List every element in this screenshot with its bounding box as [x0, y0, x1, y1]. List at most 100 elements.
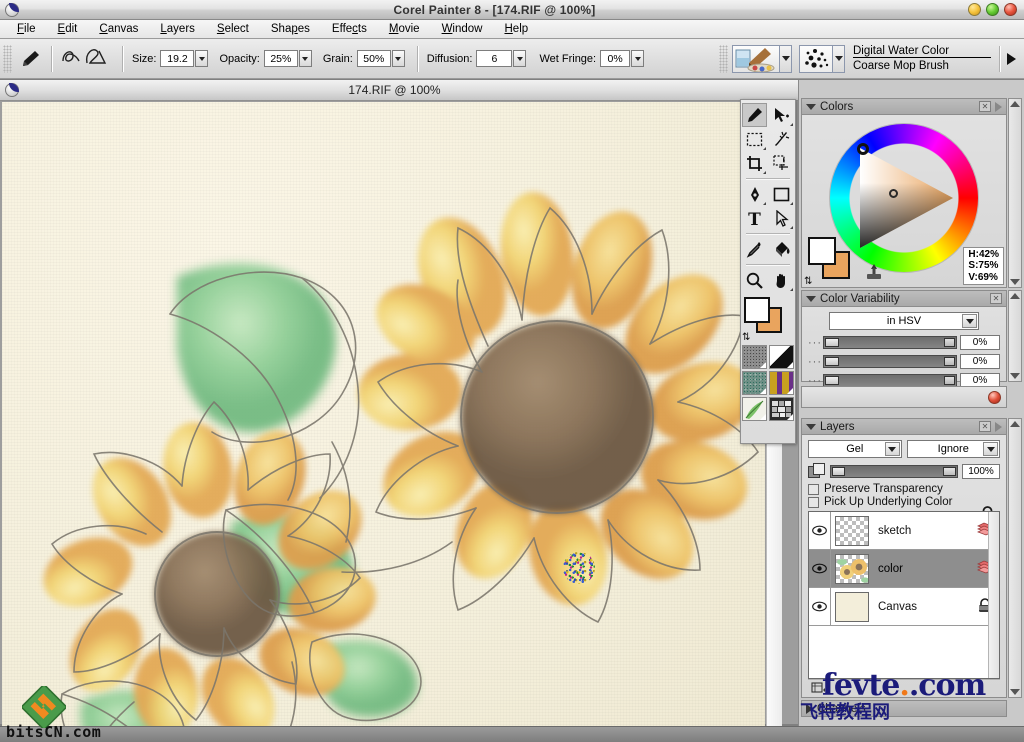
- palette-menu-icon[interactable]: [995, 101, 1002, 112]
- layer-thumbnail[interactable]: [835, 515, 869, 546]
- close-button[interactable]: [1004, 3, 1017, 16]
- layer-list-scrollbar[interactable]: [988, 512, 999, 678]
- clone-color-icon[interactable]: [864, 262, 884, 284]
- menu-item-layers[interactable]: Layers: [149, 20, 206, 38]
- layer-name[interactable]: color: [869, 563, 977, 575]
- layers-palette-titlebar[interactable]: Layers ✕: [802, 419, 1006, 435]
- weave-selector[interactable]: [769, 371, 794, 395]
- shape-selection-tool[interactable]: [769, 206, 794, 230]
- menu-item-file[interactable]: File: [6, 20, 47, 38]
- composite-method-select[interactable]: Gel: [808, 440, 902, 458]
- brush-category-dropdown-icon[interactable]: [780, 44, 792, 73]
- layer-name[interactable]: sketch: [869, 525, 977, 537]
- color-squares[interactable]: ⇅: [804, 237, 860, 287]
- layer-list[interactable]: sketch color Canvas: [808, 511, 1000, 679]
- color-variability-scrollbar[interactable]: [1008, 290, 1022, 382]
- menu-item-canvas[interactable]: Canvas: [88, 20, 149, 38]
- menu-item-movie[interactable]: Movie: [378, 20, 431, 38]
- table-row[interactable]: color: [809, 550, 999, 588]
- size-input[interactable]: 19.2: [160, 50, 195, 67]
- crop-tool[interactable]: [742, 151, 767, 175]
- dropper-tool[interactable]: [742, 237, 767, 261]
- saturation-variability-value[interactable]: 0%: [960, 354, 1000, 369]
- stroke-preview-icon[interactable]: [59, 45, 115, 73]
- collapse-triangle-icon[interactable]: [806, 103, 816, 110]
- layer-opacity-slider[interactable]: [830, 464, 958, 478]
- primary-color-swatch[interactable]: [808, 237, 836, 265]
- maximize-button[interactable]: [986, 3, 999, 16]
- hue-variability-value[interactable]: 0%: [960, 335, 1000, 350]
- size-dropdown-button[interactable]: [195, 50, 209, 67]
- minimize-button[interactable]: [968, 3, 981, 16]
- chevron-down-icon[interactable]: [983, 442, 998, 456]
- pick-up-underlying-color-box[interactable]: [808, 496, 819, 508]
- menu-item-effects[interactable]: Effects: [321, 20, 378, 38]
- layer-name[interactable]: Canvas: [869, 601, 977, 613]
- preserve-transparency-box[interactable]: [808, 483, 819, 495]
- layers-palette-scrollbar[interactable]: [1008, 418, 1022, 698]
- palette-drawer-strip[interactable]: [801, 386, 1007, 408]
- colors-palette-scrollbar[interactable]: [1008, 98, 1022, 288]
- composite-depth-select[interactable]: Ignore: [906, 440, 1000, 458]
- table-row[interactable]: sketch: [809, 512, 999, 550]
- paint-bucket-tool[interactable]: [769, 237, 794, 261]
- collapse-triangle-icon[interactable]: [806, 295, 816, 302]
- window-titlebar[interactable]: Corel Painter 8 - [174.RIF @ 100%]: [0, 0, 1024, 20]
- layer-visibility-toggle[interactable]: [809, 550, 831, 587]
- color-variability-titlebar[interactable]: Color Variability ✕: [802, 291, 1006, 307]
- palette-close-icon[interactable]: ✕: [979, 101, 991, 112]
- table-row[interactable]: Canvas: [809, 588, 999, 626]
- menu-item-select[interactable]: Select: [206, 20, 260, 38]
- brush-category-icon[interactable]: [732, 44, 780, 73]
- looks-selector[interactable]: [769, 397, 794, 421]
- magnifier-tool[interactable]: [742, 268, 767, 292]
- layer-adjuster-tool[interactable]: [769, 103, 794, 127]
- grain-input[interactable]: 50%: [356, 50, 391, 67]
- gradient-selector[interactable]: [769, 345, 794, 369]
- primary-color-swatch[interactable]: [744, 297, 770, 323]
- menu-item-edit[interactable]: Edit: [47, 20, 89, 38]
- brush-variant-icon[interactable]: [799, 44, 833, 73]
- layer-opacity-value[interactable]: 100%: [962, 463, 1000, 479]
- magic-wand-tool[interactable]: [769, 127, 794, 151]
- opacity-input[interactable]: 25%: [263, 50, 298, 67]
- preserve-transparency-checkbox[interactable]: Preserve Transparency: [808, 483, 1000, 495]
- menu-item-window[interactable]: Window: [431, 20, 494, 38]
- triangle-marker[interactable]: [889, 189, 898, 198]
- rectangular-shape-tool[interactable]: [769, 182, 794, 206]
- pick-up-underlying-color-checkbox[interactable]: Pick Up Underlying Color: [808, 496, 1000, 508]
- right-triangle-icon[interactable]: [1007, 52, 1016, 65]
- menu-item-shapes[interactable]: Shapes: [260, 20, 321, 38]
- layer-thumbnail[interactable]: [835, 553, 869, 584]
- hue-variability-slider[interactable]: [823, 336, 957, 349]
- layer-visibility-toggle[interactable]: [809, 588, 831, 625]
- menu-item-help[interactable]: Help: [493, 20, 539, 38]
- swap-colors-icon[interactable]: ⇅: [804, 276, 812, 287]
- hue-ring-marker[interactable]: [857, 143, 869, 155]
- variability-mode-select[interactable]: in HSV: [829, 312, 979, 330]
- opacity-dropdown-button[interactable]: [298, 50, 312, 67]
- pattern-selector[interactable]: [742, 371, 767, 395]
- nozzle-selector[interactable]: [742, 397, 767, 421]
- palette-menu-icon[interactable]: [995, 421, 1002, 432]
- palette-close-ball-icon[interactable]: [988, 390, 1001, 404]
- collapse-triangle-icon[interactable]: [806, 423, 816, 430]
- canvas[interactable]: [2, 102, 765, 742]
- text-tool[interactable]: T: [742, 206, 767, 230]
- selection-adjuster-tool[interactable]: [769, 151, 794, 175]
- canvas-thumbnail[interactable]: [835, 591, 869, 622]
- palette-close-icon[interactable]: ✕: [979, 421, 991, 432]
- diffusion-input[interactable]: 6: [476, 50, 513, 67]
- grain-dropdown-button[interactable]: [391, 50, 405, 67]
- rectangular-selection-tool[interactable]: [742, 127, 767, 151]
- swap-colors-icon[interactable]: ⇅: [742, 332, 750, 343]
- grabber-tool[interactable]: [769, 268, 794, 292]
- brush-category-selector[interactable]: [732, 44, 792, 73]
- colors-palette-titlebar[interactable]: Colors ✕: [802, 99, 1006, 115]
- palette-close-icon[interactable]: ✕: [990, 293, 1002, 304]
- diffusion-dropdown-button[interactable]: [513, 50, 527, 67]
- paper-selector[interactable]: [742, 345, 767, 369]
- brush-variant-selector[interactable]: [799, 44, 845, 73]
- wet-fringe-dropdown-button[interactable]: [631, 50, 645, 67]
- layer-visibility-toggle[interactable]: [809, 512, 831, 549]
